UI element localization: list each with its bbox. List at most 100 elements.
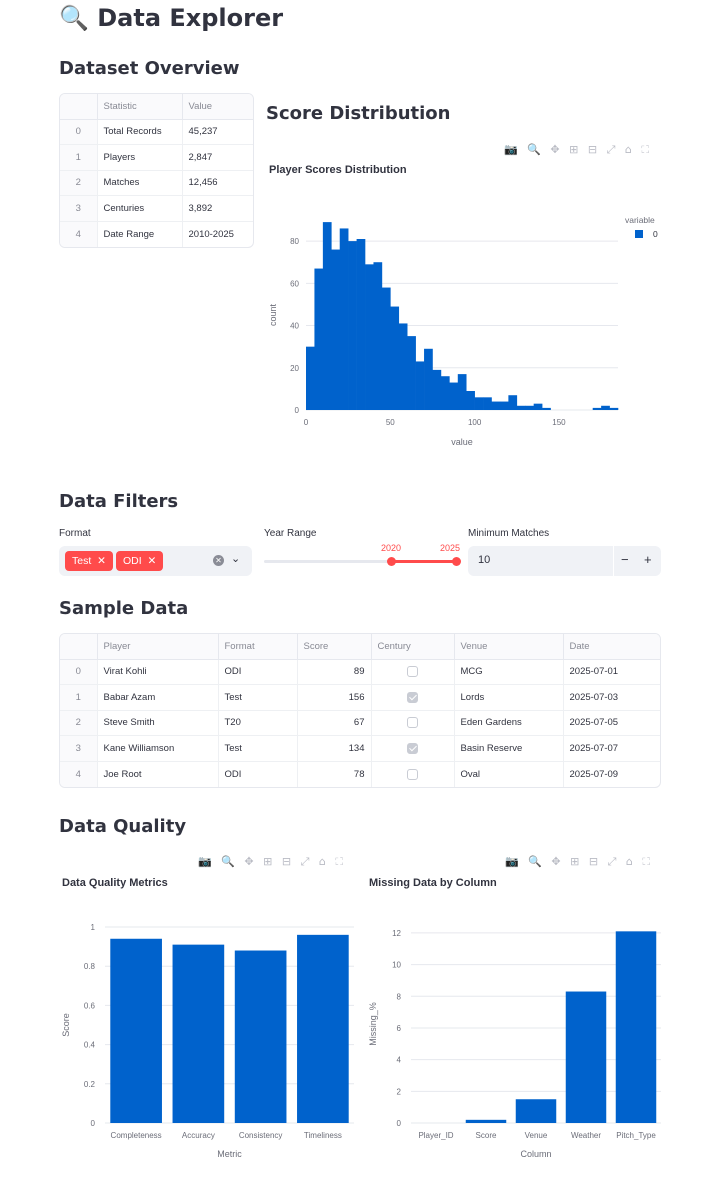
- min-matches-value[interactable]: 10: [478, 554, 490, 566]
- venue-cell[interactable]: Eden Gardens: [454, 710, 564, 737]
- data-bar: [465, 1119, 507, 1123]
- min-matches-input[interactable]: 10 − +: [468, 546, 661, 576]
- histogram-bar: [390, 306, 400, 410]
- value-cell[interactable]: 2,847: [182, 144, 253, 171]
- histogram-bar: [601, 405, 610, 410]
- value-cell[interactable]: 45,237: [182, 119, 253, 146]
- venue-cell[interactable]: Basin Reserve: [454, 735, 564, 762]
- format-cell[interactable]: Test: [218, 735, 298, 762]
- player-cell[interactable]: Steve Smith: [97, 710, 219, 737]
- sample-header-century[interactable]: Century: [371, 634, 455, 660]
- table-row[interactable]: 0 Virat Kohli ODI 89 MCG 2025-07-01: [60, 659, 660, 686]
- sample-header-index[interactable]: [60, 634, 98, 660]
- value-cell[interactable]: 12,456: [182, 170, 253, 197]
- format-cell[interactable]: ODI: [218, 761, 298, 787]
- score-cell[interactable]: 78: [297, 761, 372, 787]
- statistic-cell[interactable]: Players: [97, 144, 183, 171]
- histogram-chart[interactable]: 📷 🔍 ✥ ⊞ ⊟ ⤢ ⌂ ⛶ Player Scores Distributi…: [264, 140, 664, 460]
- date-cell[interactable]: 2025-07-09: [563, 761, 660, 787]
- venue-cell[interactable]: Oval: [454, 761, 564, 787]
- sample-header-venue[interactable]: Venue: [454, 634, 564, 660]
- statistic-cell[interactable]: Date Range: [97, 221, 183, 247]
- statistic-cell[interactable]: Matches: [97, 170, 183, 197]
- format-cell[interactable]: Test: [218, 684, 298, 711]
- venue-cell[interactable]: Lords: [454, 684, 564, 711]
- date-cell[interactable]: 2025-07-01: [563, 659, 660, 686]
- century-checkbox[interactable]: [407, 666, 418, 678]
- player-cell[interactable]: Virat Kohli: [97, 659, 219, 686]
- century-cell[interactable]: [371, 761, 455, 787]
- table-row[interactable]: 1 Players 2,847: [60, 144, 253, 171]
- date-cell[interactable]: 2025-07-07: [563, 735, 660, 762]
- year-range-slider[interactable]: 2020 2025: [264, 540, 464, 576]
- century-checkbox[interactable]: [407, 691, 418, 703]
- format-tag-odi[interactable]: ODI ✕: [116, 551, 164, 571]
- overview-header-statistic[interactable]: Statistic: [97, 94, 183, 120]
- table-row[interactable]: 3 Centuries 3,892: [60, 195, 253, 222]
- histogram-bar: [533, 403, 543, 410]
- player-cell[interactable]: Joe Root: [97, 761, 219, 787]
- table-row[interactable]: 4 Date Range 2010-2025: [60, 221, 253, 247]
- overview-header-index[interactable]: [60, 94, 98, 120]
- clear-all-icon[interactable]: ✕: [213, 555, 224, 566]
- table-row[interactable]: 4 Joe Root ODI 78 Oval 2025-07-09: [60, 761, 660, 787]
- sample-table[interactable]: Player Format Score Century Venue Date 0…: [59, 633, 661, 788]
- remove-icon[interactable]: ✕: [97, 555, 106, 567]
- value-cell[interactable]: 2010-2025: [182, 221, 253, 247]
- player-cell[interactable]: Babar Azam: [97, 684, 219, 711]
- row-index: 1: [60, 684, 98, 711]
- score-cell[interactable]: 89: [297, 659, 372, 686]
- row-index: 2: [60, 170, 98, 197]
- player-cell[interactable]: Kane Williamson: [97, 735, 219, 762]
- quality-chart[interactable]: 📷 🔍 ✥ ⊞ ⊟ ⤢ ⌂ ⛶ Data Quality Metrics 0 0.…: [59, 852, 359, 1172]
- table-row[interactable]: 1 Babar Azam Test 156 Lords 2025-07-03: [60, 684, 660, 711]
- score-cell[interactable]: 134: [297, 735, 372, 762]
- century-cell[interactable]: [371, 735, 455, 762]
- sample-header-date[interactable]: Date: [563, 634, 660, 660]
- y-tick-label: 80: [290, 237, 299, 246]
- value-cell[interactable]: 3,892: [182, 195, 253, 222]
- overview-table[interactable]: Statistic Value 0 Total Records 45,237 1 Pla…: [59, 93, 254, 248]
- decrement-button[interactable]: −: [621, 552, 629, 567]
- score-cell[interactable]: 67: [297, 710, 372, 737]
- slider-handle-max[interactable]: [452, 557, 461, 566]
- century-checkbox[interactable]: [407, 768, 418, 780]
- format-cell[interactable]: T20: [218, 710, 298, 737]
- venue-cell[interactable]: MCG: [454, 659, 564, 686]
- chevron-down-icon[interactable]: ⌄: [231, 552, 240, 565]
- sample-header-player[interactable]: Player: [97, 634, 219, 660]
- slider-handle-min[interactable]: [387, 557, 396, 566]
- date-cell[interactable]: 2025-07-05: [563, 710, 660, 737]
- overview-heading: Dataset Overview: [59, 58, 240, 79]
- missing-chart[interactable]: 📷 🔍 ✥ ⊞ ⊟ ⤢ ⌂ ⛶ Missing Data by Column 0…: [366, 852, 666, 1172]
- century-cell[interactable]: [371, 684, 455, 711]
- century-checkbox[interactable]: [407, 743, 418, 755]
- overview-header-value[interactable]: Value: [182, 94, 253, 120]
- format-cell[interactable]: ODI: [218, 659, 298, 686]
- date-cell[interactable]: 2025-07-03: [563, 684, 660, 711]
- score-cell[interactable]: 156: [297, 684, 372, 711]
- x-axis-title: Metric: [217, 1149, 242, 1159]
- statistic-cell[interactable]: Total Records: [97, 119, 183, 146]
- statistic-cell[interactable]: Centuries: [97, 195, 183, 222]
- y-tick-label: 8: [397, 992, 402, 1001]
- increment-button[interactable]: +: [644, 552, 652, 567]
- sample-header-score[interactable]: Score: [297, 634, 372, 660]
- y-tick-label: 60: [290, 279, 299, 288]
- table-row[interactable]: 2 Matches 12,456: [60, 170, 253, 197]
- century-cell[interactable]: [371, 710, 455, 737]
- table-row[interactable]: 0 Total Records 45,237: [60, 119, 253, 146]
- histogram-bar: [373, 262, 383, 410]
- format-multiselect[interactable]: Test ✕ ODI ✕ ✕ ⌄: [59, 546, 252, 576]
- data-bar: [110, 938, 162, 1123]
- remove-icon[interactable]: ✕: [148, 555, 157, 567]
- century-checkbox[interactable]: [407, 717, 418, 729]
- table-row[interactable]: 2 Steve Smith T20 67 Eden Gardens 2025-07-05: [60, 710, 660, 737]
- century-cell[interactable]: [371, 659, 455, 686]
- sample-header-format[interactable]: Format: [218, 634, 298, 660]
- x-tick-label: Venue: [525, 1131, 548, 1140]
- format-label: Format: [59, 528, 91, 539]
- histogram-bar: [407, 336, 416, 410]
- format-tag-test[interactable]: Test ✕: [65, 551, 113, 571]
- table-row[interactable]: 3 Kane Williamson Test 134 Basin Reserve 2025…: [60, 735, 660, 762]
